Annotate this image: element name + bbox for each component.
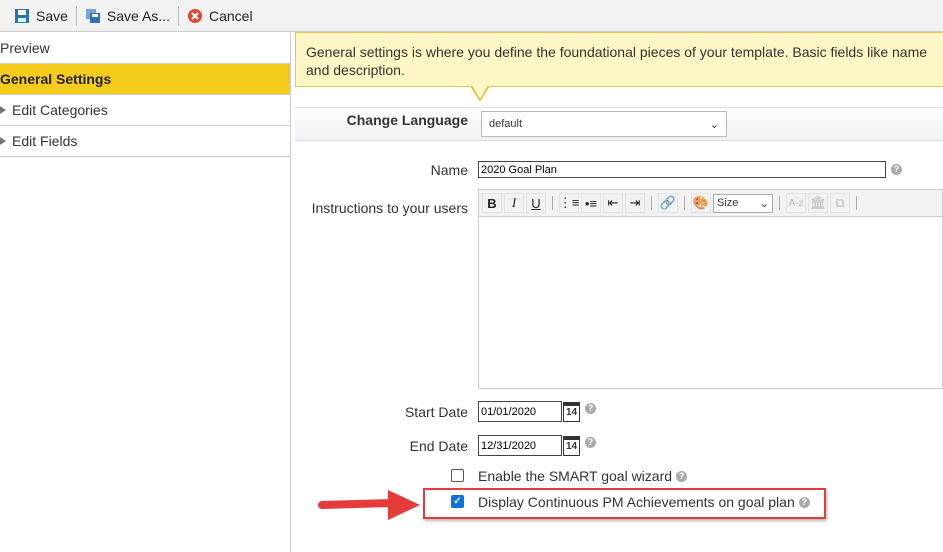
sidebar-item-edit-fields[interactable]: Edit Fields (0, 126, 290, 157)
instructions-label: Instructions to your users (311, 200, 468, 216)
cancel-label: Cancel (208, 7, 253, 24)
chevron-down-icon: ⌄ (759, 197, 769, 210)
continuous-pm-label: Display Continuous PM Achievements on go… (478, 494, 795, 510)
sidebar-item-label: Preview (0, 40, 50, 56)
cancel-button[interactable]: Cancel (179, 8, 261, 24)
library-icon[interactable]: 🏛 (808, 193, 828, 213)
save-as-button[interactable]: Save As... (77, 8, 178, 24)
language-select[interactable]: default ⌄ (481, 111, 727, 137)
start-date-input[interactable] (478, 401, 562, 422)
help-icon[interactable]: ? (676, 470, 688, 482)
divider (552, 196, 553, 210)
sidebar-item-label: Edit Fields (12, 133, 78, 149)
color-palette-icon[interactable]: 🎨 (691, 193, 711, 213)
underline-icon[interactable]: U (526, 193, 546, 213)
spellcheck-icon[interactable]: A-z (786, 193, 806, 213)
help-icon[interactable]: ? (798, 496, 810, 508)
divider (856, 196, 857, 210)
numbered-list-icon[interactable]: ⋮≡ (559, 193, 579, 213)
indent-icon[interactable]: ⇥ (625, 193, 645, 213)
cancel-icon (187, 8, 202, 23)
save-as-label: Save As... (106, 7, 170, 24)
chevron-down-icon: ⌄ (709, 119, 719, 131)
bulleted-list-icon[interactable]: •≡ (581, 193, 601, 213)
insert-image-icon[interactable]: ⧉ (830, 193, 850, 213)
divider (684, 196, 685, 210)
floppy-disk-icon (15, 8, 29, 23)
sidebar-item-edit-categories[interactable]: Edit Categories (0, 95, 290, 126)
sidebar-item-label: Edit Categories (12, 102, 108, 118)
size-value: Size (717, 196, 739, 209)
sidebar-item-preview[interactable]: Preview (0, 33, 290, 64)
language-value: default (489, 118, 523, 130)
help-icon[interactable]: ? (585, 437, 596, 448)
expand-arrow-icon (0, 106, 6, 114)
start-date-label: Start Date (404, 404, 468, 420)
editor-toolbar: B I U ⋮≡ •≡ ⇤ ⇥ 🔗 🎨 Size ⌄ A-z 🏛 ⧉ (479, 190, 942, 217)
end-date-input[interactable] (478, 435, 562, 456)
red-arrow-annotation (318, 490, 420, 520)
calendar-icon[interactable]: 14 (563, 436, 580, 456)
change-language-label: Change Language (346, 112, 468, 128)
toolbar: Save Save As... Cancel (0, 0, 943, 32)
outdent-icon[interactable]: ⇤ (603, 193, 623, 213)
save-button[interactable]: Save (6, 8, 76, 24)
sidebar-item-label: General Settings (0, 71, 112, 87)
divider (651, 196, 652, 210)
name-input[interactable] (478, 161, 886, 178)
tooltip-pointer-fill (472, 85, 488, 99)
smart-wizard-checkbox[interactable] (451, 469, 464, 482)
divider (779, 196, 780, 210)
help-icon[interactable]: ? (585, 403, 596, 414)
rich-text-editor: B I U ⋮≡ •≡ ⇤ ⇥ 🔗 🎨 Size ⌄ A-z 🏛 ⧉ (478, 189, 943, 389)
sidebar-item-general-settings[interactable]: General Settings (0, 64, 290, 95)
calendar-icon[interactable]: 14 (563, 402, 580, 422)
save-label: Save (36, 7, 68, 24)
font-size-select[interactable]: Size ⌄ (713, 193, 773, 213)
sidebar: Preview General Settings Edit Categories… (0, 33, 291, 552)
end-date-label: End Date (409, 438, 468, 454)
name-label: Name (430, 162, 468, 178)
expand-arrow-icon (0, 137, 6, 145)
save-as-icon (85, 8, 100, 23)
info-tooltip: General settings is where you define the… (295, 32, 943, 87)
italic-icon[interactable]: I (504, 193, 524, 213)
help-icon[interactable]: ? (891, 164, 902, 175)
smart-wizard-label: Enable the SMART goal wizard (478, 468, 673, 484)
link-icon[interactable]: 🔗 (658, 193, 678, 213)
continuous-pm-checkbox[interactable]: ✓ (451, 495, 464, 508)
bold-icon[interactable]: B (482, 193, 502, 213)
